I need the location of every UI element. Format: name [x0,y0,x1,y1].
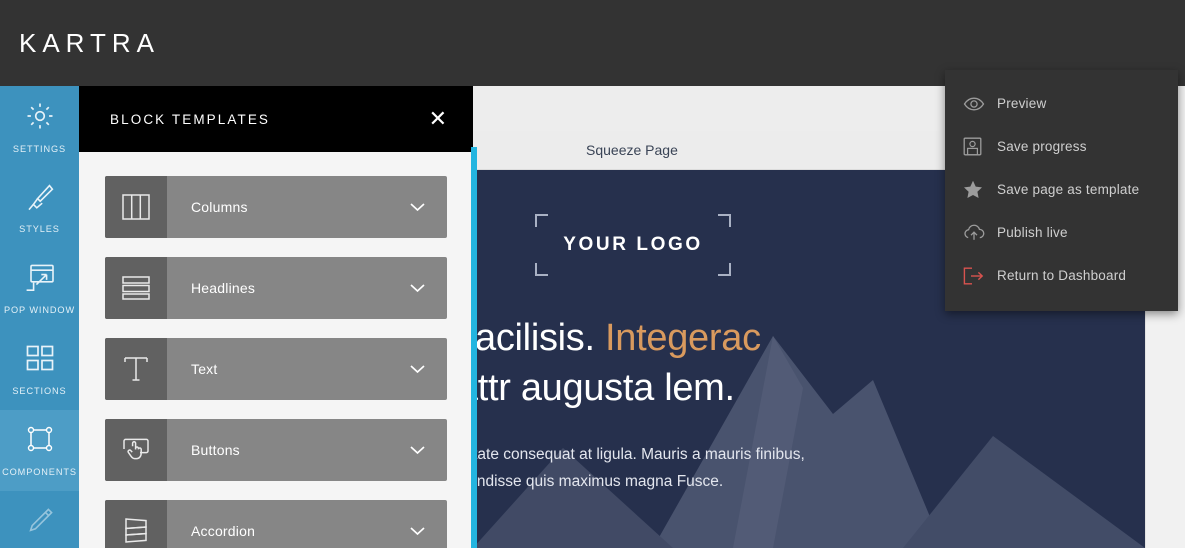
floppy-disk-icon [963,137,997,156]
block-template-text[interactable]: Text [105,338,447,400]
block-template-columns[interactable]: Columns [105,176,447,238]
menu-item-save-progress[interactable]: Save progress [945,125,1178,168]
panel-body: Columns Headlines Text Buttons Accordion [79,152,473,548]
components-frame-icon [25,425,55,460]
menu-item-save-as-template[interactable]: Save page as template [945,168,1178,211]
menu-item-publish-live[interactable]: Publish live [945,211,1178,254]
block-template-buttons[interactable]: Buttons [105,419,447,481]
hero-headline-line-1: pit at odio facilisis. Integerac [473,313,1145,363]
sidebar-item-label: COMPONENTS [2,466,77,477]
block-template-headlines[interactable]: Headlines [105,257,447,319]
block-label: Headlines [191,280,256,296]
sidebar-item-sections[interactable]: SECTIONS [0,329,79,410]
block-label: Text [191,361,218,377]
chevron-down-icon[interactable] [410,526,447,536]
menu-item-label: Return to Dashboard [997,268,1127,283]
star-icon [963,180,997,199]
hero-subtext[interactable]: nulla efficitur vulputate consequat at l… [473,442,1145,495]
left-sidebar: SETTINGS STYLES POP WINDOW SECTIONS COMP [0,86,79,548]
chevron-down-icon[interactable] [410,364,447,374]
gear-icon [24,100,56,137]
hero-headline-accent-text: Integerac [605,317,761,359]
eye-icon [963,96,997,112]
kartra-logo: KARTRA [19,27,160,58]
cloud-upload-icon [963,224,997,241]
menu-item-label: Save progress [997,139,1087,154]
logo-placeholder-text: YOUR LOGO [563,234,703,255]
sidebar-item-label: SECTIONS [12,385,67,396]
block-label: Columns [191,199,248,215]
sidebar-item-label: STYLES [19,223,60,234]
menu-item-label: Preview [997,96,1047,111]
panel-resize-handle[interactable] [471,147,477,548]
menu-item-label: Publish live [997,225,1068,240]
hero-subtext-line-2: eifend risus. Suspendisse quis maximus m… [473,472,724,490]
menu-item-preview[interactable]: Preview [945,82,1178,125]
paintbrush-icon [25,182,55,217]
hero-headline[interactable]: pit at odio facilisis. Integerac per, mi… [473,313,1145,413]
sidebar-item-pop-window[interactable]: POP WINDOW [0,248,79,329]
hero-headline-line-1-text: pit at odio facilisis. [473,317,595,359]
exit-icon [963,267,997,285]
sidebar-item-styles[interactable]: STYLES [0,167,79,248]
menu-item-return-to-dashboard[interactable]: Return to Dashboard [945,254,1178,297]
hero-headline-line-2: per, mio pattr augusta lem. [473,367,735,410]
block-label: Buttons [191,442,240,458]
panel-header: BLOCK TEMPLATES ✕ [79,86,473,152]
block-label: Accordion [191,523,256,539]
close-icon[interactable]: ✕ [429,108,447,130]
block-template-accordion[interactable]: Accordion [105,500,447,548]
logo-placeholder[interactable]: YOUR LOGO [535,214,731,276]
accordion-icon [105,500,167,548]
pencil-icon [25,506,55,541]
chevron-down-icon[interactable] [410,445,447,455]
columns-icon [105,176,167,238]
panel-title: BLOCK TEMPLATES [110,111,271,127]
sidebar-item-label: POP WINDOW [3,304,76,315]
kartra-page-builder: KARTRA Preview Save progress Save page a… [0,0,1185,548]
sidebar-item-components[interactable]: COMPONENTS [0,410,79,491]
actions-dropdown-menu: Preview Save progress Save page as templ… [945,70,1178,311]
page-tab-squeeze-page[interactable]: Squeeze Page [586,142,678,158]
headlines-icon [105,257,167,319]
text-icon [105,338,167,400]
sidebar-item-edit[interactable]: EDIT [0,491,79,548]
sidebar-item-label: SETTINGS [12,143,67,154]
chevron-down-icon[interactable] [410,202,447,212]
popup-window-icon [24,263,56,298]
hero-subtext-line-1: nulla efficitur vulputate consequat at l… [473,446,805,463]
chevron-down-icon[interactable] [410,283,447,293]
buttons-icon [105,419,167,481]
block-templates-panel: BLOCK TEMPLATES ✕ Columns Headlines Text… [79,86,473,548]
sidebar-item-settings[interactable]: SETTINGS [0,86,79,167]
menu-item-label: Save page as template [997,182,1140,197]
sections-grid-icon [25,344,55,379]
